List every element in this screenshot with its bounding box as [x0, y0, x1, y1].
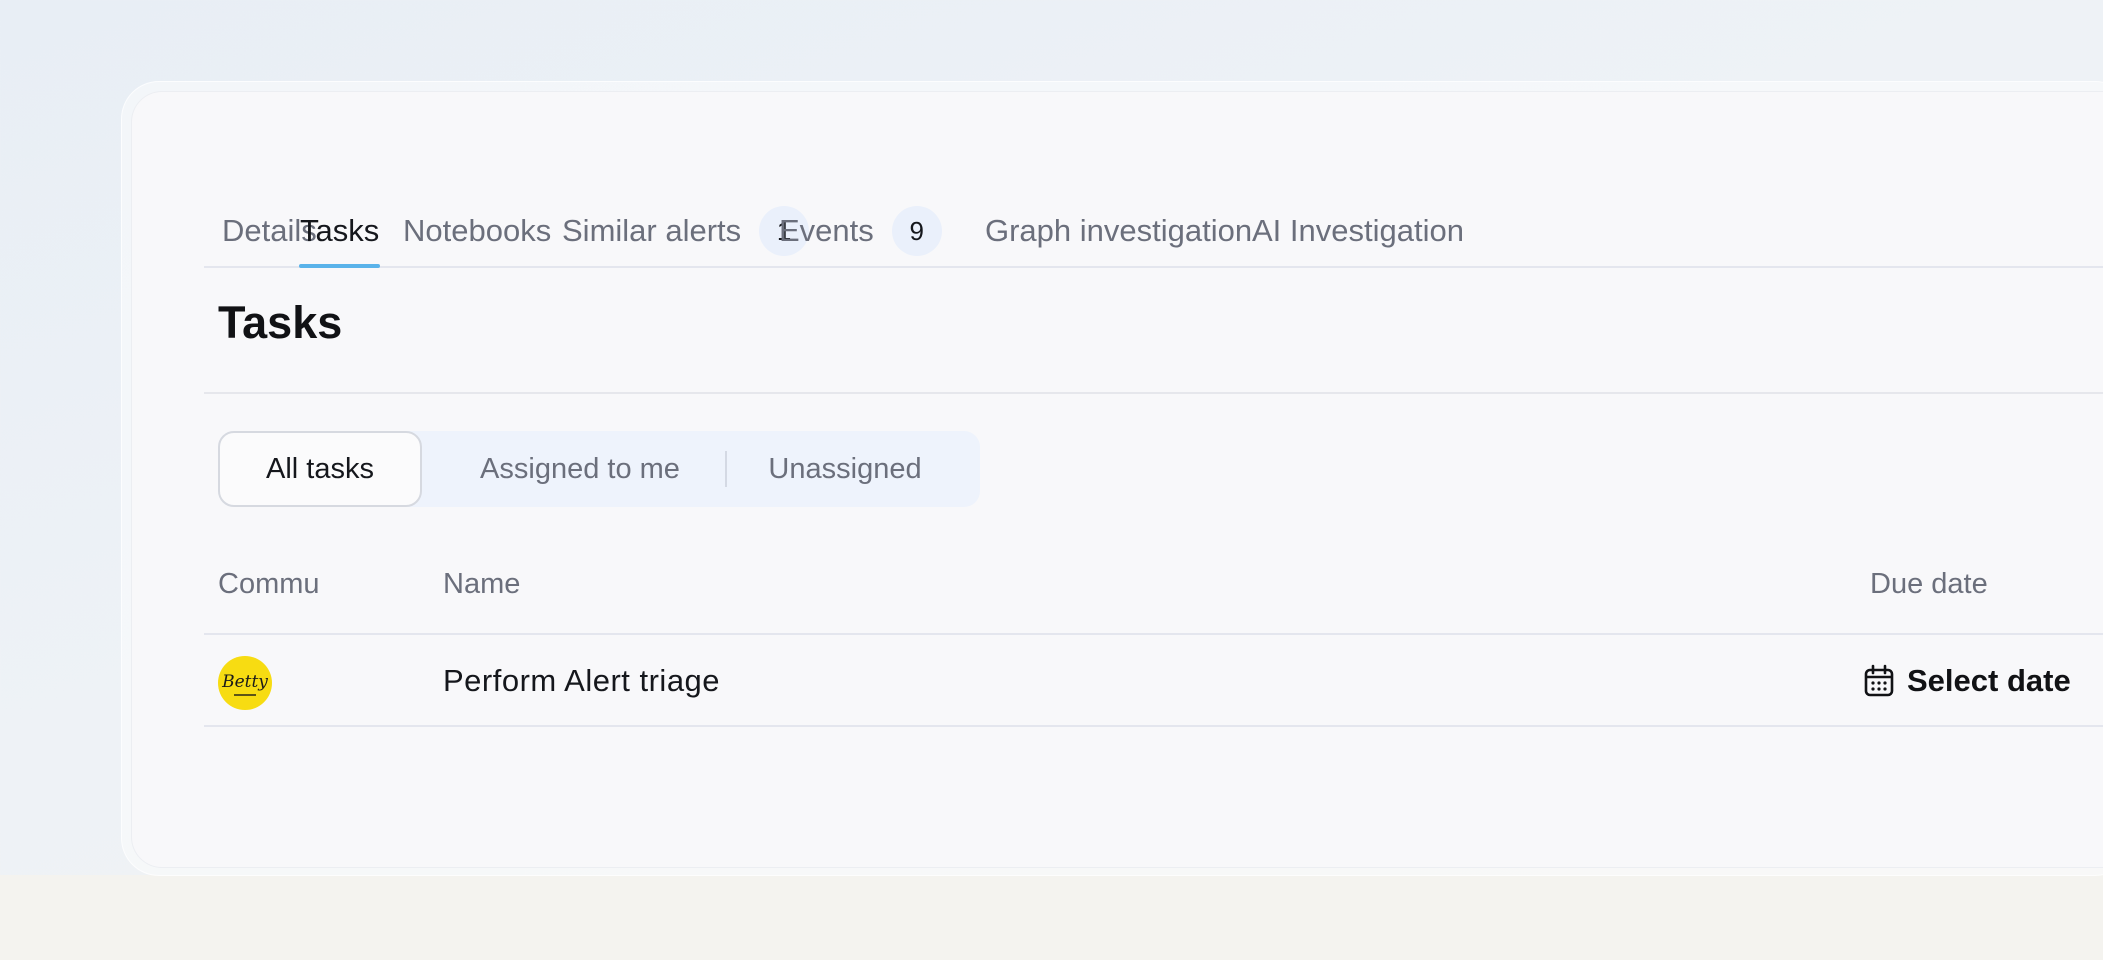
- divider: [204, 392, 2103, 394]
- tab-similar-alerts[interactable]: Similar alerts 1: [562, 196, 810, 266]
- column-header-community[interactable]: Commu: [218, 568, 320, 601]
- table-row-divider: [204, 725, 2103, 727]
- task-name[interactable]: Perform Alert triage: [443, 636, 720, 726]
- betty-logo-icon: Betty: [218, 656, 272, 710]
- select-date-label: Select date: [1907, 663, 2071, 698]
- page-title: Tasks: [218, 297, 343, 348]
- table-header-divider: [204, 633, 2103, 635]
- filter-assigned-to-me[interactable]: Assigned to me: [440, 431, 720, 507]
- tab-events[interactable]: Events 9: [779, 196, 942, 266]
- logo-wordmark: Betty: [222, 672, 268, 692]
- tab-label: Similar alerts: [562, 213, 742, 248]
- tab-tasks[interactable]: Tasks: [299, 196, 381, 268]
- tab-label: Tasks: [300, 213, 380, 248]
- filter-all-tasks[interactable]: All tasks: [218, 431, 422, 507]
- filter-label: Assigned to me: [480, 452, 680, 485]
- column-header-name[interactable]: Name: [443, 568, 520, 601]
- tab-label: AI Investigation: [1252, 213, 1464, 248]
- filter-label: All tasks: [266, 452, 374, 485]
- table-row[interactable]: Betty Perform Alert triage Select date: [204, 636, 2103, 726]
- select-date-button[interactable]: Select date: [1863, 636, 2071, 726]
- active-tab-indicator: [299, 264, 381, 268]
- calendar-icon: [1864, 664, 1894, 697]
- tab-graph-investigation[interactable]: Graph investigation: [985, 196, 1252, 266]
- segment-separator: [725, 451, 727, 487]
- tab-label: Graph investigation: [985, 213, 1253, 248]
- background-band: [0, 875, 2103, 960]
- column-header-due-date[interactable]: Due date: [1870, 568, 1988, 601]
- filter-label: Unassigned: [768, 452, 922, 485]
- tab-label: Notebooks: [403, 213, 552, 248]
- tab-label: Events: [779, 213, 874, 248]
- task-filter-segmented-control: All tasks Assigned to me Unassigned: [218, 431, 980, 507]
- logo-underline: [234, 694, 256, 696]
- events-count-badge: 9: [891, 206, 942, 256]
- tab-bar: Details Tasks Notebooks Similar alerts 1…: [204, 196, 2103, 268]
- tab-notebooks[interactable]: Notebooks: [403, 196, 551, 266]
- tab-ai-investigation[interactable]: AI Investigation: [1252, 196, 1464, 266]
- filter-unassigned[interactable]: Unassigned: [730, 431, 960, 507]
